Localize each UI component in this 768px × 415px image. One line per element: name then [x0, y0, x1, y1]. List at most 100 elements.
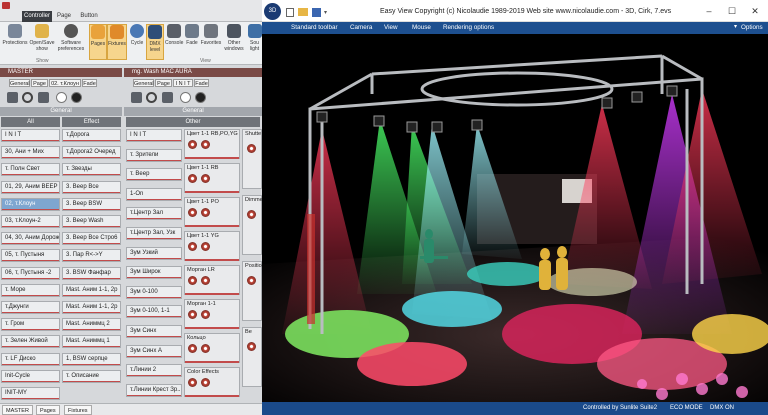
pages-button[interactable]: Pages: [89, 24, 107, 60]
cue-button[interactable]: Init-Cycle: [1, 369, 60, 383]
knob-icon[interactable]: [201, 276, 210, 285]
tab-controller[interactable]: Controller: [22, 11, 52, 22]
knob-icon[interactable]: [201, 344, 210, 353]
channel-cell[interactable]: Цвет 1-1 PO: [184, 197, 240, 227]
cue-button[interactable]: I N I T: [1, 129, 60, 142]
search-icon[interactable]: [146, 92, 157, 103]
cue-button[interactable]: 3. Пар R<->Y: [62, 249, 121, 263]
knob-icon[interactable]: [188, 310, 197, 319]
dropdown-chevron-icon[interactable]: ▾: [324, 9, 327, 16]
knob-icon[interactable]: [201, 378, 210, 387]
knob-icon[interactable]: [201, 140, 210, 149]
cue-button[interactable]: Зум Узкий: [126, 246, 182, 260]
app-menu-icon[interactable]: [2, 2, 10, 9]
close-button[interactable]: ✕: [748, 5, 762, 17]
cue-button[interactable]: I N I T: [126, 129, 182, 142]
search-icon[interactable]: [22, 92, 33, 103]
new-file-icon[interactable]: [286, 8, 294, 17]
cue-button[interactable]: 05, т. Пустыня: [1, 249, 60, 263]
grid-icon[interactable]: [38, 92, 49, 103]
cue-button[interactable]: 06, т, Пустыня -2: [1, 266, 60, 280]
master-subtab-general[interactable]: General: [9, 79, 30, 87]
black-circle-icon[interactable]: [71, 92, 82, 103]
cue-button[interactable]: Mast. Аниммц 1: [62, 335, 121, 349]
maximize-button[interactable]: ☐: [725, 5, 739, 17]
cue-button[interactable]: INIT-MY: [1, 387, 60, 400]
channel-cell[interactable]: Цвет 1-1 RB,PO,YG: [184, 129, 240, 159]
cue-button[interactable]: т. Море: [1, 283, 60, 297]
knob-icon[interactable]: [201, 208, 210, 217]
knob-icon[interactable]: [188, 242, 197, 251]
cue-button[interactable]: т.Центр Зал, Узк: [126, 227, 182, 240]
cue-button[interactable]: Зум Синх А: [126, 344, 182, 358]
cue-button[interactable]: т.Линии Крест Зр...: [126, 383, 182, 397]
cue-button[interactable]: 03, т.Клоун-2: [1, 215, 60, 228]
fixture-subtab-fade[interactable]: Fade: [194, 79, 209, 87]
cue-button[interactable]: т. Веер: [126, 168, 182, 182]
cue-button[interactable]: Mast. Аниммц 2: [62, 318, 121, 332]
channel-cell[interactable]: Цвет 1-1 YG: [184, 231, 240, 261]
knob-icon[interactable]: [247, 144, 256, 153]
dmx-level-button[interactable]: DMX level: [146, 24, 164, 60]
knob-icon[interactable]: [247, 210, 256, 219]
attribute-cell[interactable]: Positio: [242, 261, 262, 321]
fixture-subtab-init[interactable]: I N I T: [173, 79, 193, 87]
cue-button[interactable]: 3. BSW Фанфар: [62, 266, 121, 280]
knob-icon[interactable]: [188, 276, 197, 285]
protections-button[interactable]: Protections: [2, 24, 28, 60]
white-circle-icon[interactable]: [56, 92, 67, 103]
channel-cell[interactable]: Color Effects: [184, 367, 240, 397]
knob-icon[interactable]: [188, 208, 197, 217]
menu-camera[interactable]: Camera: [350, 23, 372, 33]
cue-button[interactable]: 1-On: [126, 187, 182, 201]
fade-button[interactable]: Fade: [184, 24, 200, 60]
open-folder-icon[interactable]: [298, 8, 308, 16]
cue-button[interactable]: т. Описание: [62, 369, 121, 383]
cue-button[interactable]: 3. Веер Wash: [62, 215, 121, 228]
white-circle-icon[interactable]: [180, 92, 191, 103]
cue-button[interactable]: 01, 29, Аним ВЕЕР: [1, 180, 60, 194]
minimize-button[interactable]: –: [702, 5, 716, 17]
channel-cell[interactable]: Морган 1-1: [184, 299, 240, 329]
3d-stage-view[interactable]: [262, 34, 768, 402]
knob-icon[interactable]: [188, 344, 197, 353]
knob-icon[interactable]: [247, 276, 256, 285]
cycle-button[interactable]: Cycle: [128, 24, 146, 60]
cue-button[interactable]: 30, Ани + Мих: [1, 146, 60, 160]
cue-button[interactable]: Зум Широк: [126, 266, 182, 280]
cue-button[interactable]: 02, т.Клоун: [1, 197, 60, 211]
cue-button[interactable]: т.Дорога: [62, 129, 121, 142]
cue-button[interactable]: т. Гром: [1, 318, 60, 332]
cue-button[interactable]: Зум 0-100, 1-1: [126, 305, 182, 319]
save-icon[interactable]: [312, 8, 321, 17]
fixtures-button[interactable]: Fixtures: [107, 24, 127, 60]
menu-options[interactable]: Options: [741, 23, 763, 33]
channel-cell[interactable]: Цвет 1-1 RB: [184, 163, 240, 193]
status-tab-fixtures[interactable]: Fixtures: [64, 405, 92, 415]
screen-icon[interactable]: [7, 92, 18, 103]
knob-icon[interactable]: [188, 378, 197, 387]
cue-button[interactable]: т.Линии 2: [126, 364, 182, 378]
attribute-cell[interactable]: Shutte: [242, 129, 262, 189]
cue-button[interactable]: 3. Веер Все: [62, 180, 121, 194]
master-subtab-fade[interactable]: Fade: [82, 79, 97, 87]
grid-icon[interactable]: [162, 92, 173, 103]
master-subtab-page[interactable]: Page: [31, 79, 48, 87]
knob-icon[interactable]: [201, 310, 210, 319]
chevron-down-icon[interactable]: ▾: [734, 23, 737, 30]
master-subtab-page-name[interactable]: 02. т.Клоун: [49, 79, 81, 87]
knob-icon[interactable]: [188, 174, 197, 183]
status-tab-master[interactable]: MASTER: [2, 405, 33, 415]
knob-icon[interactable]: [201, 174, 210, 183]
menu-mouse[interactable]: Mouse: [412, 23, 431, 33]
cue-button[interactable]: Зум 0-100: [126, 285, 182, 299]
channel-cell[interactable]: Кольцо: [184, 333, 240, 363]
cue-button[interactable]: т. Зелен Живой: [1, 335, 60, 349]
favorites-button[interactable]: Favorites: [200, 24, 222, 60]
cue-button[interactable]: 1, BSW серпце: [62, 352, 121, 366]
fixture-subtab-page[interactable]: Page: [155, 79, 172, 87]
other-windows-button[interactable]: Other windows: [222, 24, 246, 60]
attribute-cell[interactable]: Dimme: [242, 195, 262, 255]
software-preferences-button[interactable]: Software preferences: [56, 24, 86, 60]
menu-standard-toolbar[interactable]: Standard toolbar: [291, 23, 338, 33]
